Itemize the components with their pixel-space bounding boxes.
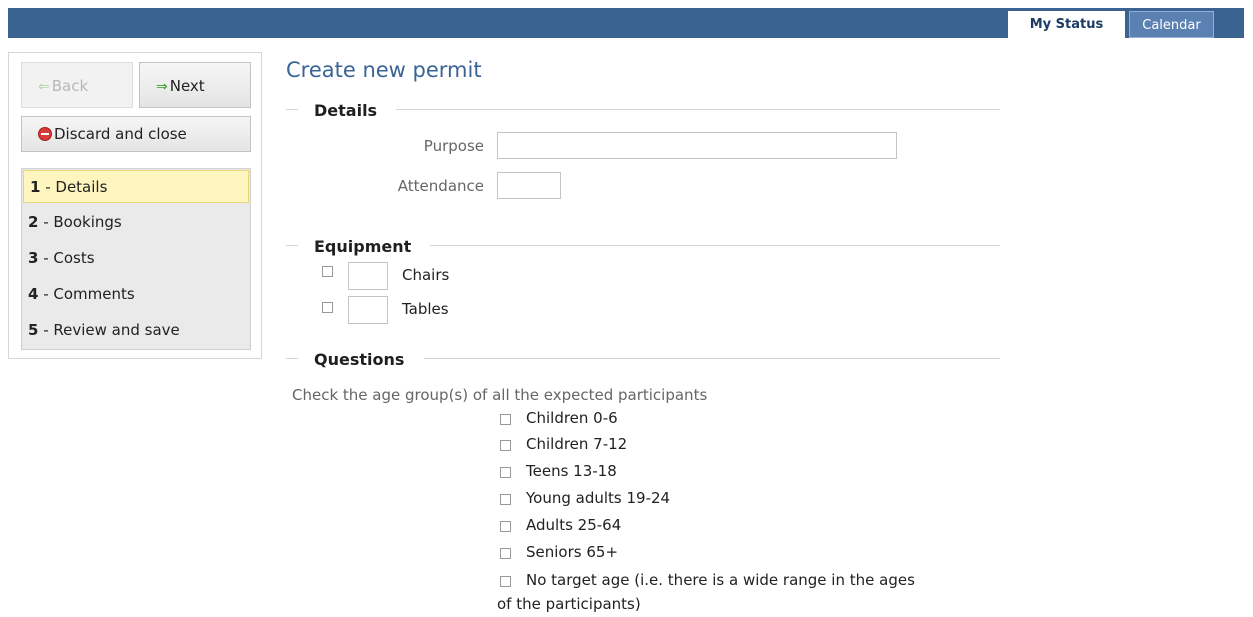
arrow-left-icon: ⇐ xyxy=(38,79,50,95)
age-option-label: Children 0-6 xyxy=(526,409,618,427)
step-label: Costs xyxy=(53,249,95,267)
back-button-label: Back xyxy=(51,77,89,95)
section-heading-details: Details xyxy=(314,101,378,120)
stop-icon xyxy=(38,127,52,141)
age-option-label-continued: of the participants) xyxy=(497,595,641,613)
tab-my-status[interactable]: My Status xyxy=(1008,11,1125,38)
discard-button-label: Discard and close xyxy=(54,125,187,143)
section-divider xyxy=(424,358,1000,359)
step-number: 4 xyxy=(28,285,39,303)
step-item-bookings[interactable]: 2 - Bookings xyxy=(22,206,250,239)
step-number: 1 xyxy=(30,178,41,196)
age-option-label: Seniors 65+ xyxy=(526,543,619,561)
section-divider xyxy=(396,109,1000,110)
chairs-label: Chairs xyxy=(402,266,450,284)
step-item-details[interactable]: 1 - Details xyxy=(23,170,249,203)
attendance-input[interactable] xyxy=(497,172,561,199)
age-young-adults-19-24-checkbox[interactable] xyxy=(500,494,511,505)
section-heading-equipment: Equipment xyxy=(314,237,412,256)
step-list: 1 - Details 2 - Bookings 3 - Costs 4 - C… xyxy=(21,168,251,350)
age-seniors-65-plus-checkbox[interactable] xyxy=(500,548,511,559)
age-option-label: Teens 13-18 xyxy=(526,462,617,480)
age-children-0-6-checkbox[interactable] xyxy=(500,414,511,425)
age-group-question: Check the age group(s) of all the expect… xyxy=(292,386,708,404)
tables-quantity-input[interactable] xyxy=(348,296,388,324)
arrow-right-icon: ⇒ xyxy=(156,79,168,95)
next-button[interactable]: ⇒ Next xyxy=(139,62,251,108)
age-option-label: Young adults 19-24 xyxy=(526,489,671,507)
age-adults-25-64-checkbox[interactable] xyxy=(500,521,511,532)
chairs-checkbox[interactable] xyxy=(322,266,333,277)
discard-and-close-button[interactable]: Discard and close xyxy=(21,116,251,152)
step-number: 2 xyxy=(28,213,39,231)
wizard-sidebar: ⇐ Back ⇒ Next Discard and close 1 - Detail… xyxy=(8,52,262,359)
back-button[interactable]: ⇐ Back xyxy=(21,62,133,108)
step-item-review-and-save[interactable]: 5 - Review and save xyxy=(22,314,250,347)
chairs-quantity-input[interactable] xyxy=(348,262,388,290)
step-number: 5 xyxy=(28,321,39,339)
section-heading-questions: Questions xyxy=(314,350,405,369)
age-no-target-checkbox[interactable] xyxy=(500,576,511,587)
tables-label: Tables xyxy=(402,300,449,318)
section-divider xyxy=(286,358,298,359)
attendance-label: Attendance xyxy=(397,177,484,195)
age-option-label: Children 7-12 xyxy=(526,435,628,453)
step-label: Review and save xyxy=(53,321,180,339)
page-title: Create new permit xyxy=(286,58,482,82)
tab-calendar[interactable]: Calendar xyxy=(1129,11,1214,38)
step-label: Comments xyxy=(53,285,135,303)
section-divider xyxy=(430,245,1000,246)
section-divider xyxy=(286,109,298,110)
age-children-7-12-checkbox[interactable] xyxy=(500,440,511,451)
age-option-label: Adults 25-64 xyxy=(526,516,622,534)
step-label: Details xyxy=(55,178,108,196)
age-option-label: No target age (i.e. there is a wide rang… xyxy=(526,571,915,589)
purpose-input[interactable] xyxy=(497,132,897,159)
tables-checkbox[interactable] xyxy=(322,302,333,313)
step-label: Bookings xyxy=(53,213,122,231)
step-item-comments[interactable]: 4 - Comments xyxy=(22,278,250,311)
step-number: 3 xyxy=(28,249,39,267)
step-item-costs[interactable]: 3 - Costs xyxy=(22,242,250,275)
section-divider xyxy=(286,245,298,246)
next-button-label: Next xyxy=(169,77,205,95)
purpose-label: Purpose xyxy=(423,137,484,155)
age-teens-13-18-checkbox[interactable] xyxy=(500,467,511,478)
